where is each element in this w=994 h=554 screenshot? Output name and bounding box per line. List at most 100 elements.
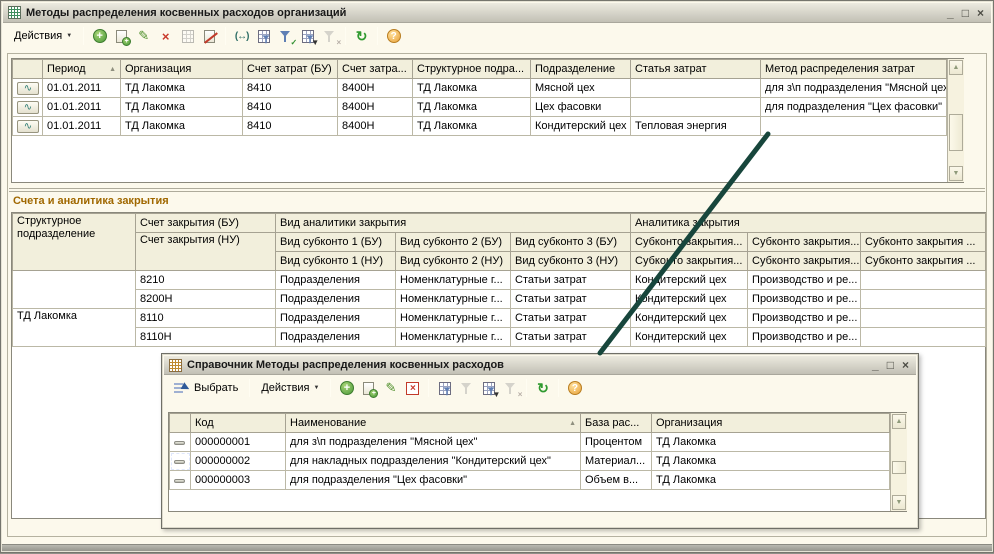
column-header-code[interactable]: Код xyxy=(191,414,286,433)
cell-sub3[interactable]: Статьи затрат xyxy=(511,328,631,347)
close-icon[interactable]: × xyxy=(902,359,909,371)
cell-sub2[interactable]: Номенклатурные г... xyxy=(396,328,511,347)
cell-period[interactable]: 01.01.2011 xyxy=(43,117,121,136)
table1-scrollbar[interactable]: ▲ ▼ xyxy=(947,59,964,182)
cell-analytics3[interactable] xyxy=(861,309,986,328)
scroll-thumb[interactable] xyxy=(892,461,906,474)
cell-analytics2[interactable]: Производство и ре... xyxy=(748,271,861,290)
column-header-cost-item[interactable]: Статья затрат xyxy=(631,60,761,79)
cell-cost-item[interactable]: Тепловая энергия xyxy=(631,117,761,136)
column-header-base[interactable]: База рас... xyxy=(581,414,652,433)
add-button[interactable]: + xyxy=(90,28,109,45)
cell-analytics2[interactable]: Производство и ре... xyxy=(748,290,861,309)
minimize-icon[interactable]: _ xyxy=(872,359,879,371)
cell-analytics3[interactable] xyxy=(861,271,986,290)
cell-organization[interactable]: ТД Лакомка xyxy=(121,117,243,136)
filter-off-button[interactable]: × xyxy=(320,28,339,45)
cell-base[interactable]: Объем в... xyxy=(581,471,652,490)
cell-sub1[interactable]: Подразделения xyxy=(276,271,396,290)
cell-account-nu[interactable]: 8400Н xyxy=(338,98,413,117)
cell-analytics1[interactable]: Кондитерский цех xyxy=(631,290,748,309)
column-header-closing-sub1[interactable]: Субконто закрытия... xyxy=(631,233,748,252)
cell-organization[interactable]: ТД Лакомка xyxy=(121,98,243,117)
row-marker-column-header[interactable] xyxy=(13,60,43,79)
scroll-down-icon[interactable]: ▼ xyxy=(892,495,906,510)
cell-closing-account[interactable]: 8210 xyxy=(136,271,276,290)
maximize-icon[interactable]: □ xyxy=(962,7,969,19)
cell-name[interactable]: для накладных подразделения "Кондитерски… xyxy=(286,452,581,471)
cell-closing-account[interactable]: 8200Н xyxy=(136,290,276,309)
cell-name[interactable]: для з\п подразделения "Мясной цех" xyxy=(286,433,581,452)
toggle-activity-button[interactable] xyxy=(200,28,219,45)
column-header-sub1-nu[interactable]: Вид субконто 1 (НУ) xyxy=(276,252,396,271)
cell-closing-account[interactable]: 8110Н xyxy=(136,328,276,347)
cell-code[interactable]: 000000003 xyxy=(191,471,286,490)
fit-columns-button[interactable]: (↔) xyxy=(232,28,251,45)
actions-menu-button[interactable]: Действия ▼ xyxy=(255,380,325,396)
column-header-closing-sub2[interactable]: Субконто закрытия... xyxy=(748,233,861,252)
cell-account-bu[interactable]: 8410 xyxy=(243,117,338,136)
cell-sub2[interactable]: Номенклатурные г... xyxy=(396,309,511,328)
cell-cost-item[interactable] xyxy=(631,79,761,98)
cell-organization[interactable]: ТД Лакомка xyxy=(121,79,243,98)
cell-account-bu[interactable]: 8410 xyxy=(243,79,338,98)
column-header-structural-unit[interactable]: Структурное подра... xyxy=(413,60,531,79)
refresh-button[interactable]: ↻ xyxy=(533,380,552,397)
cell-analytics3[interactable] xyxy=(861,290,986,309)
cell-sub2[interactable]: Номенклатурные г... xyxy=(396,271,511,290)
dialog-scrollbar[interactable]: ▲ ▼ xyxy=(890,413,907,511)
cell-analytics3[interactable] xyxy=(861,328,986,347)
help-button[interactable]: ? xyxy=(565,380,584,397)
scroll-thumb[interactable] xyxy=(949,114,963,151)
cell-structural-unit-selected[interactable]: ТД Лакомка xyxy=(13,271,136,309)
column-header-account-nu[interactable]: Счет затра... xyxy=(338,60,413,79)
cell-department[interactable]: Кондитерский цех xyxy=(531,117,631,136)
help-button[interactable]: ? xyxy=(384,28,403,45)
filter-by-value-button[interactable] xyxy=(457,380,476,397)
column-header-closing-account-bu[interactable]: Счет закрытия (БУ) xyxy=(136,214,276,233)
column-header-closing-sub3[interactable]: Субконто закрытия ... xyxy=(861,233,986,252)
column-header-account-bu[interactable]: Счет затрат (БУ) xyxy=(243,60,338,79)
cell-period[interactable]: 01.01.2011 xyxy=(43,98,121,117)
selected-row-marker[interactable] xyxy=(170,452,191,471)
column-header-department[interactable]: Подразделение xyxy=(531,60,631,79)
select-button[interactable]: ▶ Выбрать xyxy=(168,379,244,397)
filter-history-button[interactable]: ▼ xyxy=(479,380,498,397)
column-header-organization[interactable]: Организация xyxy=(652,414,890,433)
cell-code[interactable]: 000000001 xyxy=(191,433,286,452)
copy-button[interactable]: + xyxy=(112,28,131,45)
cell-analytics1[interactable]: Кондитерский цех xyxy=(631,271,748,290)
cell-code[interactable]: 000000002 xyxy=(191,452,286,471)
cell-sub1[interactable]: Подразделения xyxy=(276,328,396,347)
cell-account-bu[interactable]: 8410 xyxy=(243,98,338,117)
column-header-sub2-bu[interactable]: Вид субконто 2 (БУ) xyxy=(396,233,511,252)
cell-organization[interactable]: ТД Лакомка xyxy=(652,471,890,490)
column-header-closing-sub2-nu[interactable]: Субконто закрытия... xyxy=(748,252,861,271)
column-header-closing-sub1-nu[interactable]: Субконто закрытия... xyxy=(631,252,748,271)
delete-button[interactable]: × xyxy=(156,28,175,45)
scroll-up-icon[interactable]: ▲ xyxy=(949,60,963,75)
pane-splitter[interactable] xyxy=(9,188,985,192)
add-button[interactable]: + xyxy=(337,380,356,397)
cell-structural-unit[interactable]: ТД Лакомка xyxy=(413,79,531,98)
cell-analytics2[interactable]: Производство и ре... xyxy=(748,309,861,328)
cell-sub2[interactable]: Номенклатурные г... xyxy=(396,290,511,309)
scroll-down-icon[interactable]: ▼ xyxy=(949,166,963,181)
cell-structural-unit[interactable]: ТД Лакомка xyxy=(413,98,531,117)
cell-analytics2[interactable]: Производство и ре... xyxy=(748,328,861,347)
row-marker-column-header[interactable] xyxy=(170,414,191,433)
column-header-organization[interactable]: Организация xyxy=(121,60,243,79)
edit-button[interactable]: ✎ xyxy=(134,28,153,45)
cell-structural-unit[interactable]: ТД Лакомка xyxy=(413,117,531,136)
cell-method[interactable]: для подразделения "Цех фасовки" xyxy=(761,98,947,117)
actions-menu-button[interactable]: Действия ▼ xyxy=(8,28,78,44)
cell-base[interactable]: Процентом xyxy=(581,433,652,452)
cell-account-nu[interactable]: 8400Н xyxy=(338,117,413,136)
cell-sub1[interactable]: Подразделения xyxy=(276,309,396,328)
filter-sort-button[interactable] xyxy=(435,380,454,397)
column-header-sub2-nu[interactable]: Вид субконто 2 (НУ) xyxy=(396,252,511,271)
column-header-analytics-kind[interactable]: Вид аналитики закрытия xyxy=(276,214,631,233)
cell-period[interactable]: 01.01.2011 xyxy=(43,79,121,98)
cell-method[interactable]: для з\п подразделения "Мясной цех" xyxy=(761,79,947,98)
filter-sort-button[interactable] xyxy=(254,28,273,45)
